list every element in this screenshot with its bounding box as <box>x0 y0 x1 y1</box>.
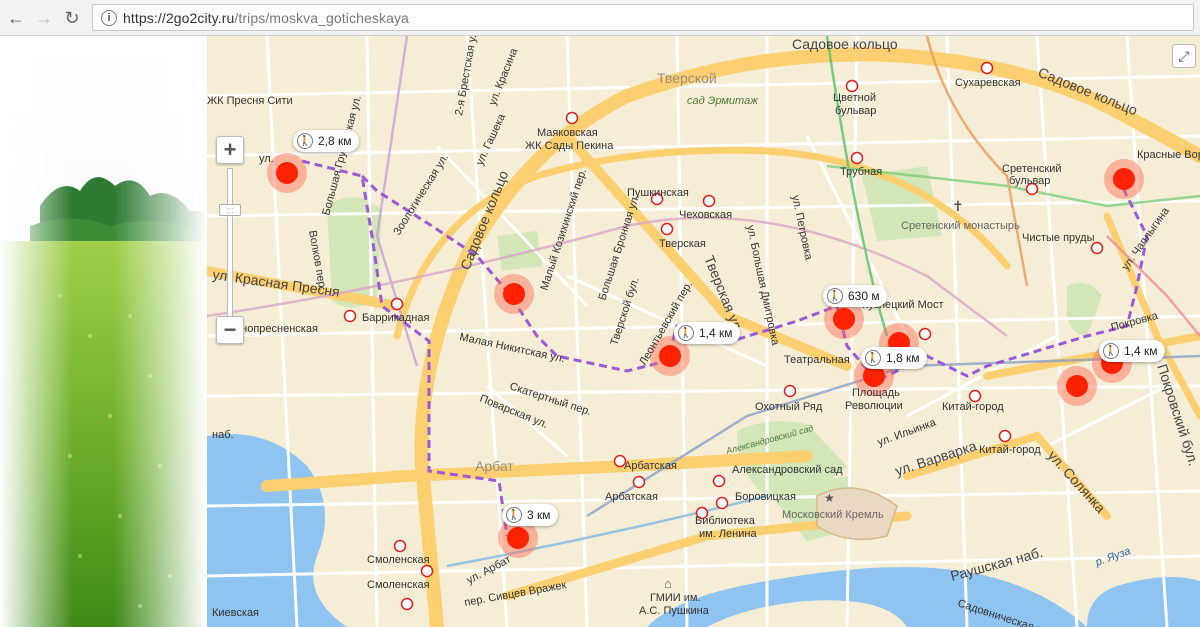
church-icon: ✝ <box>952 198 964 214</box>
label-sretensky2: бульвар <box>1009 175 1050 187</box>
zoom-slider-thumb[interactable]: ::: <box>219 204 241 216</box>
walking-icon: 🚶 <box>827 288 843 304</box>
label-okhotny: Охотный Ряд <box>755 401 823 413</box>
walking-icon: 🚶 <box>678 325 694 341</box>
url-path: /trips/moskva_goticheskaya <box>234 9 409 26</box>
distance-text: 1,8 км <box>886 351 920 365</box>
walking-icon: 🚶 <box>865 350 881 366</box>
label-chistye: Чистые пруды <box>1022 232 1095 244</box>
city-map[interactable]: Садовое кольцо Садовое кольцо Садовое ко… <box>207 36 1200 627</box>
url-text: https://2go2city.ru/trips/moskva_gotiche… <box>123 10 409 26</box>
label-sretensky-mon: Сретенский монастырь <box>901 220 1020 232</box>
museum-icon: ⌂ <box>664 576 672 591</box>
label-kitay: Китай-город <box>942 401 1004 413</box>
distance-label: 🚶 3 км <box>502 504 558 526</box>
label-sadovoe-top: Садовое кольцо <box>792 36 898 52</box>
distance-text: 2,8 км <box>318 134 352 148</box>
site-info-icon[interactable]: i <box>101 9 117 26</box>
walking-icon: 🚶 <box>506 507 522 523</box>
address-bar[interactable]: i https://2go2city.ru/trips/moskva_gotic… <box>92 4 1194 31</box>
label-revolyutsii: Революции <box>845 400 903 412</box>
label-tsvetnoy: Цветной <box>833 92 876 104</box>
label-kievskaya: Киевская <box>212 607 259 619</box>
label-mayakovskaya: Маяковская <box>537 127 598 139</box>
forward-button[interactable]: → <box>32 6 56 30</box>
label-teatralnaya: Театральная <box>784 354 850 366</box>
label-smolenskaya: Смоленская <box>367 554 430 566</box>
label-povarskaya-small: ул. <box>259 153 274 165</box>
label-presnya-city: ЖК Пресня Сити <box>207 95 293 107</box>
url-host: https://2go2city.ru <box>123 9 235 26</box>
distance-text: 1,4 км <box>1124 344 1158 358</box>
browser-toolbar: ← → ↻ i https://2go2city.ru/trips/moskva… <box>0 0 1200 36</box>
fullscreen-button[interactable]: ⤢ <box>1172 44 1196 68</box>
zoom-out-button[interactable]: − <box>216 316 244 344</box>
distance-label: 🚶 630 м <box>823 285 887 307</box>
label-arbatskaya: Арбатская <box>624 460 677 472</box>
distance-label: 🚶 1,8 км <box>861 347 927 369</box>
label-zhk: ЖК Сады Пекина <box>525 140 614 152</box>
decorative-field-photo <box>0 36 207 627</box>
distance-text: 3 км <box>527 508 551 522</box>
label-sretensky: Сретенский <box>1002 163 1062 175</box>
label-gmii2: А.С. Пушкина <box>639 605 710 617</box>
label-barrikadnaya: Баррикадная <box>362 312 429 324</box>
walking-icon: 🚶 <box>297 133 313 149</box>
kremlin-star-icon: ★ <box>824 491 835 505</box>
label-arbatskaya2: Арбатская <box>605 491 658 503</box>
label-kremlin: Московский Кремль <box>782 509 884 521</box>
label-trubnaya: Трубная <box>840 166 882 178</box>
label-krasnye: Красные Ворота <box>1137 149 1200 161</box>
distance-label: 🚶 2,8 км <box>293 130 359 152</box>
label-naberezhnaya: наб. <box>212 429 234 441</box>
label-tverskaya: Тверская <box>659 238 706 250</box>
label-sad-ermitazh: сад Эрмитаж <box>687 95 758 107</box>
label-lenina: им. Ленина <box>699 528 757 540</box>
label-biblioteka: Библиотека <box>695 515 756 527</box>
label-smolenskaya2: Смоленская <box>367 579 430 591</box>
label-ploshchad: Площадь <box>852 387 900 399</box>
label-kitay2: Китай-город <box>979 444 1041 456</box>
label-sukharevskaya: Сухаревская <box>955 77 1021 89</box>
label-chekhovskaya: Чеховская <box>679 209 732 221</box>
reload-button[interactable]: ↻ <box>60 6 84 30</box>
zoom-in-button[interactable]: + <box>216 136 244 164</box>
label-borovitskaya: Боровицкая <box>735 491 796 503</box>
label-aleksandrovsky: Александровский сад <box>732 464 843 476</box>
distance-label: 🚶 1,4 км <box>674 322 740 344</box>
walking-icon: 🚶 <box>1103 343 1119 359</box>
distance-text: 630 м <box>848 289 880 303</box>
zoom-slider-track[interactable] <box>227 168 233 318</box>
zoom-control: + ::: − <box>216 136 246 346</box>
label-tsvetnoy2: бульвар <box>835 105 876 117</box>
label-tverskoy: Тверской <box>657 70 717 86</box>
label-gmii: ГМИИ им. <box>650 592 701 604</box>
label-arbat: Арбат <box>475 458 514 474</box>
back-button[interactable]: ← <box>4 6 28 30</box>
distance-label: 🚶 1,4 км <box>1099 340 1165 362</box>
distance-text: 1,4 км <box>699 326 733 340</box>
